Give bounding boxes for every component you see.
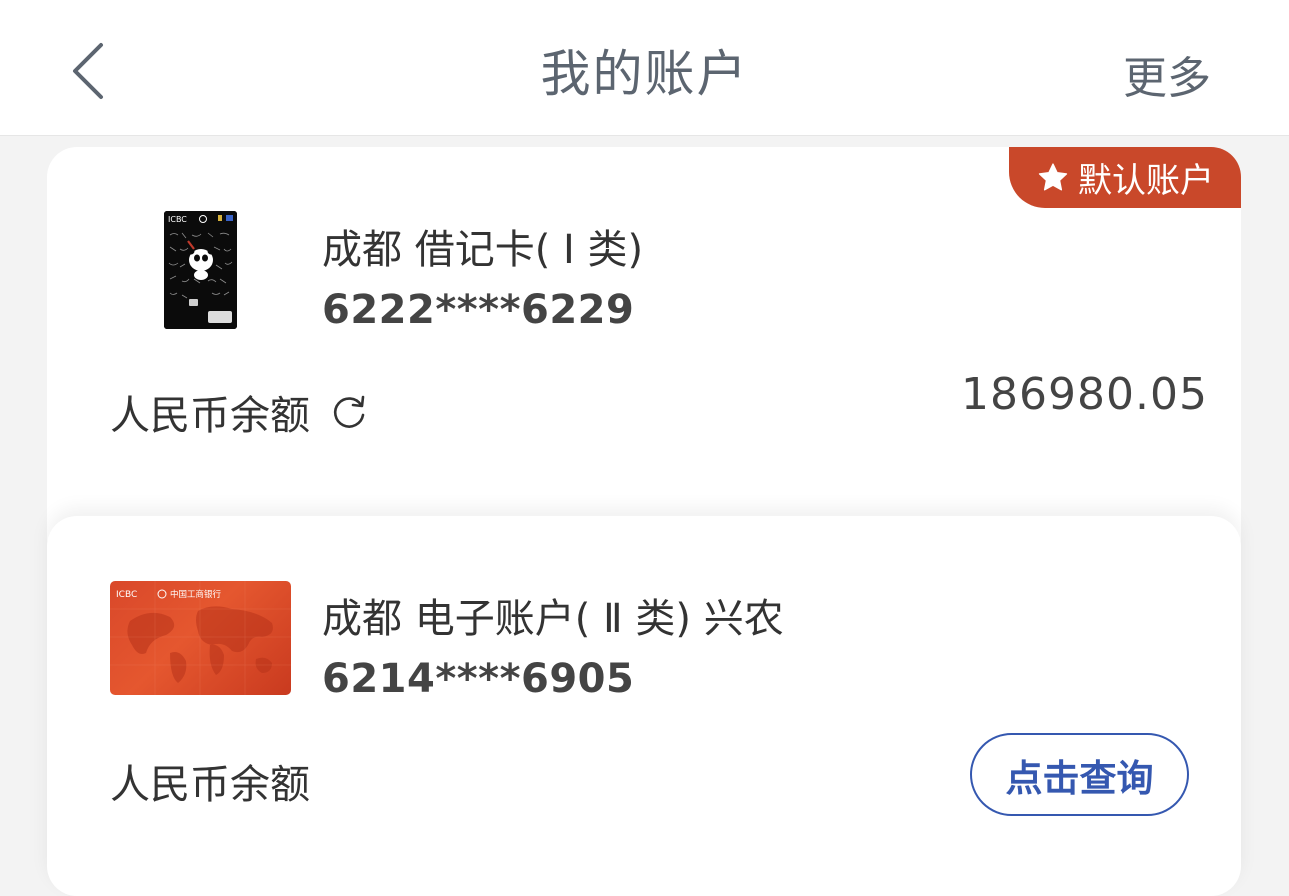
more-button[interactable]: 更多 (1123, 42, 1211, 106)
card-brand-text: ICBC (116, 590, 137, 600)
debit-card-image: ICBC (164, 211, 237, 329)
account-number: 6214****6905 (322, 656, 635, 702)
query-balance-button[interactable]: 点击查询 (970, 733, 1189, 816)
balance-label: 人民币余额 (110, 762, 310, 808)
account-card-electronic[interactable]: ICBC 中国工商银行 成都 电子账户( Ⅱ 类) 兴农 6214****690… (47, 516, 1241, 896)
refresh-icon[interactable] (330, 393, 368, 431)
balance-row-label: 人民币余额 (110, 383, 368, 441)
card-brand-text: ICBC (168, 215, 187, 224)
star-icon (1038, 162, 1068, 190)
account-name: 成都 借记卡( Ⅰ 类) (322, 227, 644, 273)
card-bank-text: 中国工商银行 (170, 589, 222, 600)
default-account-label: 默认账户 (1078, 161, 1214, 201)
page-title: 我的账户 (540, 45, 749, 103)
balance-label: 人民币余额 (110, 393, 310, 439)
top-navigation-bar: 我的账户 更多 (0, 0, 1289, 136)
balance-value: 186980.05 (961, 369, 1208, 420)
balance-row-label: 人民币余额 (110, 752, 310, 810)
account-number: 6222****6229 (322, 287, 635, 333)
account-name: 成都 电子账户( Ⅱ 类) 兴农 (322, 596, 784, 642)
account-card-debit[interactable]: 默认账户 ICBC 成都 借记卡( Ⅰ 类) 6222****6229 人民币余… (47, 147, 1241, 567)
electronic-card-image: ICBC 中国工商银行 (110, 581, 291, 695)
default-account-badge: 默认账户 (1009, 147, 1241, 208)
